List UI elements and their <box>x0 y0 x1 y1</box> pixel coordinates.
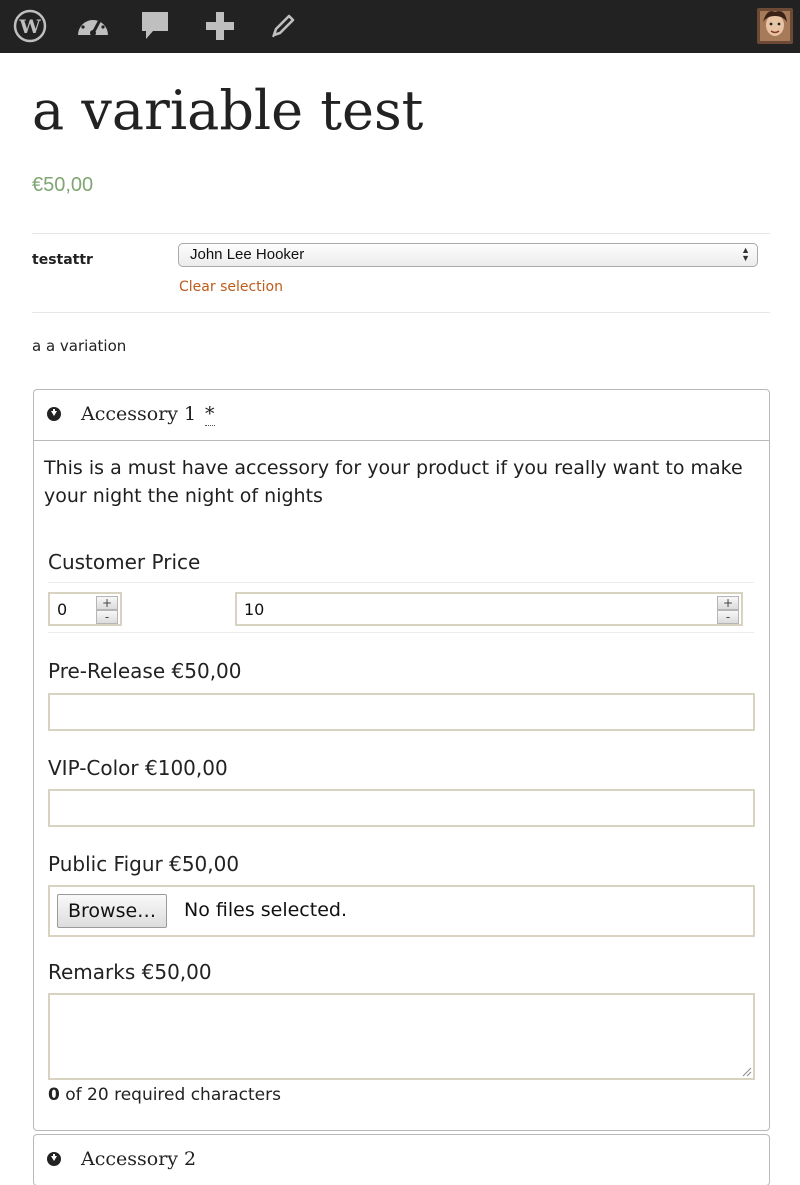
accessory-2-panel: Accessory 2 <box>33 1134 770 1185</box>
remarks-textarea[interactable] <box>48 993 755 1080</box>
divider <box>48 582 754 583</box>
accessory-1-description: This is a must have accessory for your p… <box>44 457 743 507</box>
pre-release-label: Pre-Release €50,00 <box>48 659 242 683</box>
browse-button[interactable]: Browse… <box>57 894 168 928</box>
divider <box>32 233 770 234</box>
svg-text:W: W <box>18 16 41 38</box>
increment-button[interactable]: + <box>96 596 118 610</box>
decrement-button[interactable]: - <box>717 610 739 624</box>
public-figur-file-input: Browse… No files selected. <box>48 885 755 937</box>
increment-button[interactable]: + <box>717 596 739 610</box>
comments-icon[interactable] <box>135 6 175 46</box>
accessory-2-name: Accessory 2 <box>81 1148 197 1170</box>
remarks-character-count-suffix: of 20 required characters <box>59 1085 281 1105</box>
required-mark: * <box>205 403 215 426</box>
admin-bar: W <box>0 0 800 53</box>
divider <box>32 312 770 313</box>
decrement-button[interactable]: - <box>96 610 118 624</box>
wordpress-icon[interactable]: W <box>10 6 50 46</box>
remarks-character-count: 0 <box>48 1085 60 1105</box>
select-arrows-icon: ▲ ▼ <box>741 245 750 263</box>
variation-select-value: John Lee Hooker <box>190 246 305 263</box>
resize-grip-icon[interactable] <box>740 1065 752 1077</box>
file-status: No files selected. <box>184 899 347 921</box>
user-avatar[interactable] <box>757 8 793 44</box>
accessory-2-header[interactable]: Accessory 2 <box>34 1135 769 1185</box>
vip-color-label: VIP-Color €100,00 <box>48 756 228 780</box>
accessory-1-panel: Accessory 1 * This is a must have access… <box>33 389 770 1131</box>
customer-price-min-input[interactable]: 0 + - <box>48 592 122 626</box>
customer-price-label: Customer Price <box>48 550 201 574</box>
customer-price-max-value: 10 <box>244 600 265 619</box>
customer-price-max-input[interactable]: 10 + - <box>235 592 743 626</box>
clear-selection-link[interactable]: Clear selection <box>179 279 283 295</box>
customer-price-min-value: 0 <box>57 600 68 619</box>
add-new-icon[interactable] <box>200 6 240 46</box>
remarks-label: Remarks €50,00 <box>48 960 212 984</box>
vip-color-input[interactable] <box>48 789 755 827</box>
public-figur-label: Public Figur €50,00 <box>48 852 240 876</box>
edit-icon[interactable] <box>263 6 303 46</box>
divider <box>48 632 754 633</box>
remarks-character-counter: 0 of 20 required characters <box>48 1085 281 1105</box>
variation-description: a a variation <box>32 337 127 355</box>
dashboard-icon[interactable] <box>73 6 113 46</box>
expand-toggle-icon[interactable] <box>47 1152 61 1166</box>
product-title: a variable test <box>32 79 424 142</box>
variation-attribute-label: testattr <box>32 252 93 268</box>
collapse-toggle-icon[interactable] <box>47 407 61 421</box>
accessory-1-name: Accessory 1 <box>81 403 197 425</box>
variation-select[interactable]: John Lee Hooker ▲ ▼ <box>178 243 758 267</box>
product-price: €50,00 <box>32 174 94 196</box>
pre-release-input[interactable] <box>48 693 755 731</box>
accessory-1-header[interactable]: Accessory 1 * <box>34 390 769 441</box>
